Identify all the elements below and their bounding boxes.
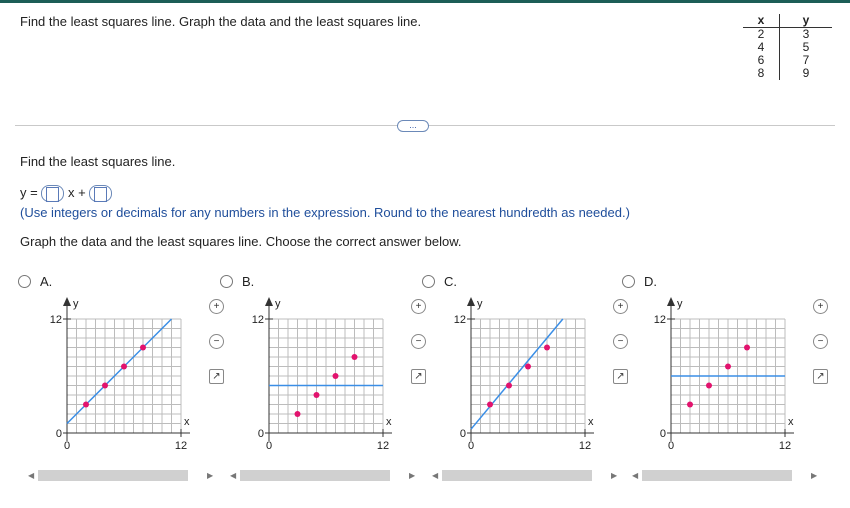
scroll-right-icon[interactable]: ▶ [409, 471, 415, 480]
scroll-right-icon[interactable]: ▶ [811, 471, 817, 480]
answer-box [46, 187, 60, 203]
y-axis-arrow [667, 297, 675, 306]
table-cell: 9 [802, 66, 810, 80]
table-cell: 3 [802, 27, 810, 41]
x-zero-label: 0 [668, 440, 674, 452]
question-prompt: Find the least squares line. Graph the d… [20, 14, 422, 29]
instruction-text: (Use integers or decimals for any number… [20, 205, 630, 220]
x-zero-label: 0 [266, 440, 272, 452]
data-table: x y 2 3 4 5 6 7 8 9 [743, 14, 832, 80]
option-label: B. [242, 274, 255, 289]
data-point [506, 382, 512, 389]
scroll-right-icon[interactable]: ▶ [207, 471, 213, 480]
y-tick-label: 12 [50, 314, 62, 326]
table-cell: 2 [743, 27, 780, 41]
x-axis-label: x [588, 416, 594, 428]
x-zero-label: 0 [64, 440, 70, 452]
zoom-in-icon[interactable]: + [813, 299, 828, 314]
equation-row: y = x + [20, 185, 113, 203]
y-tick-label: 12 [654, 314, 666, 326]
x-tick-label: 12 [175, 440, 187, 452]
x-axis-label: x [184, 416, 190, 428]
y-tick-label: 12 [454, 314, 466, 326]
scroll-left-icon[interactable]: ◀ [432, 471, 438, 480]
y-axis-arrow [467, 297, 475, 306]
part1-label: Find the least squares line. [20, 154, 176, 169]
option-radio[interactable] [220, 275, 233, 288]
more-button[interactable]: ... [397, 120, 429, 132]
table-row: 8 9 [743, 67, 832, 80]
y-axis-label: y [677, 298, 683, 310]
data-point [744, 344, 750, 351]
y-axis-arrow [63, 297, 71, 306]
x-zero-label: 0 [468, 440, 474, 452]
scroll-right-icon[interactable]: ▶ [611, 471, 617, 480]
data-point [121, 363, 127, 370]
equation-lhs: y = [20, 185, 38, 200]
answer-box [94, 187, 108, 203]
option-label: D. [644, 274, 657, 289]
y-zero-label: 0 [258, 428, 264, 440]
y-tick-label: 12 [252, 314, 264, 326]
y-zero-label: 0 [460, 428, 466, 440]
data-point [332, 373, 339, 379]
y-zero-label: 0 [56, 428, 62, 440]
x-axis-label: x [386, 416, 392, 428]
data-point [83, 401, 89, 408]
table-header-x: x [743, 14, 780, 28]
intercept-answer-field[interactable] [89, 185, 113, 203]
data-point [525, 363, 531, 370]
option-label: C. [444, 274, 457, 289]
data-point [140, 344, 146, 351]
table-header-y: y [779, 14, 832, 28]
part2-label: Graph the data and the least squares lin… [20, 234, 462, 249]
data-point [725, 363, 731, 370]
x-tick-label: 12 [377, 440, 389, 452]
option-graph: y x 12 00 12 [454, 297, 594, 452]
y-axis-label: y [73, 298, 79, 310]
zoom-out-icon[interactable]: − [813, 334, 828, 349]
top-accent-bar [0, 0, 850, 3]
y-zero-label: 0 [660, 428, 666, 440]
table-cell: 8 [743, 67, 780, 80]
table-row: 2 3 [743, 27, 832, 41]
data-point [102, 382, 108, 389]
x-tick-label: 12 [579, 440, 591, 452]
popout-icon[interactable]: ↗ [813, 369, 828, 384]
scroll-left-icon[interactable]: ◀ [632, 471, 638, 480]
option-graph: y x 12 00 12 [654, 297, 794, 452]
y-axis-label: y [477, 298, 483, 310]
scroll-left-icon[interactable]: ◀ [28, 471, 34, 480]
horizontal-scrollbar[interactable] [642, 470, 792, 481]
slope-answer-field[interactable] [41, 185, 65, 203]
equation-mid: x + [67, 185, 86, 200]
data-point [687, 401, 693, 408]
data-point [706, 382, 712, 389]
option-graph: y x 12 00 12 [252, 297, 392, 452]
y-axis-arrow [265, 297, 273, 306]
x-axis-label: x [788, 416, 794, 428]
data-point [294, 411, 301, 417]
least-squares-line [470, 318, 564, 430]
option-graph: y x 12 00 12 [50, 297, 190, 452]
data-point [544, 344, 550, 351]
x-tick-label: 12 [779, 440, 791, 452]
option-label: A. [40, 274, 53, 289]
data-point [313, 392, 320, 398]
horizontal-scrollbar[interactable] [38, 470, 188, 481]
table-row: 4 5 [743, 41, 832, 54]
horizontal-scrollbar[interactable] [240, 470, 390, 481]
option-radio[interactable] [18, 275, 31, 288]
option-radio[interactable] [422, 275, 435, 288]
data-point [487, 401, 493, 408]
table-row: 6 7 [743, 54, 832, 67]
y-axis-label: y [275, 298, 281, 310]
least-squares-line [66, 318, 173, 425]
horizontal-scrollbar[interactable] [442, 470, 592, 481]
scroll-left-icon[interactable]: ◀ [230, 471, 236, 480]
option-radio[interactable] [622, 275, 635, 288]
data-point [351, 354, 358, 360]
